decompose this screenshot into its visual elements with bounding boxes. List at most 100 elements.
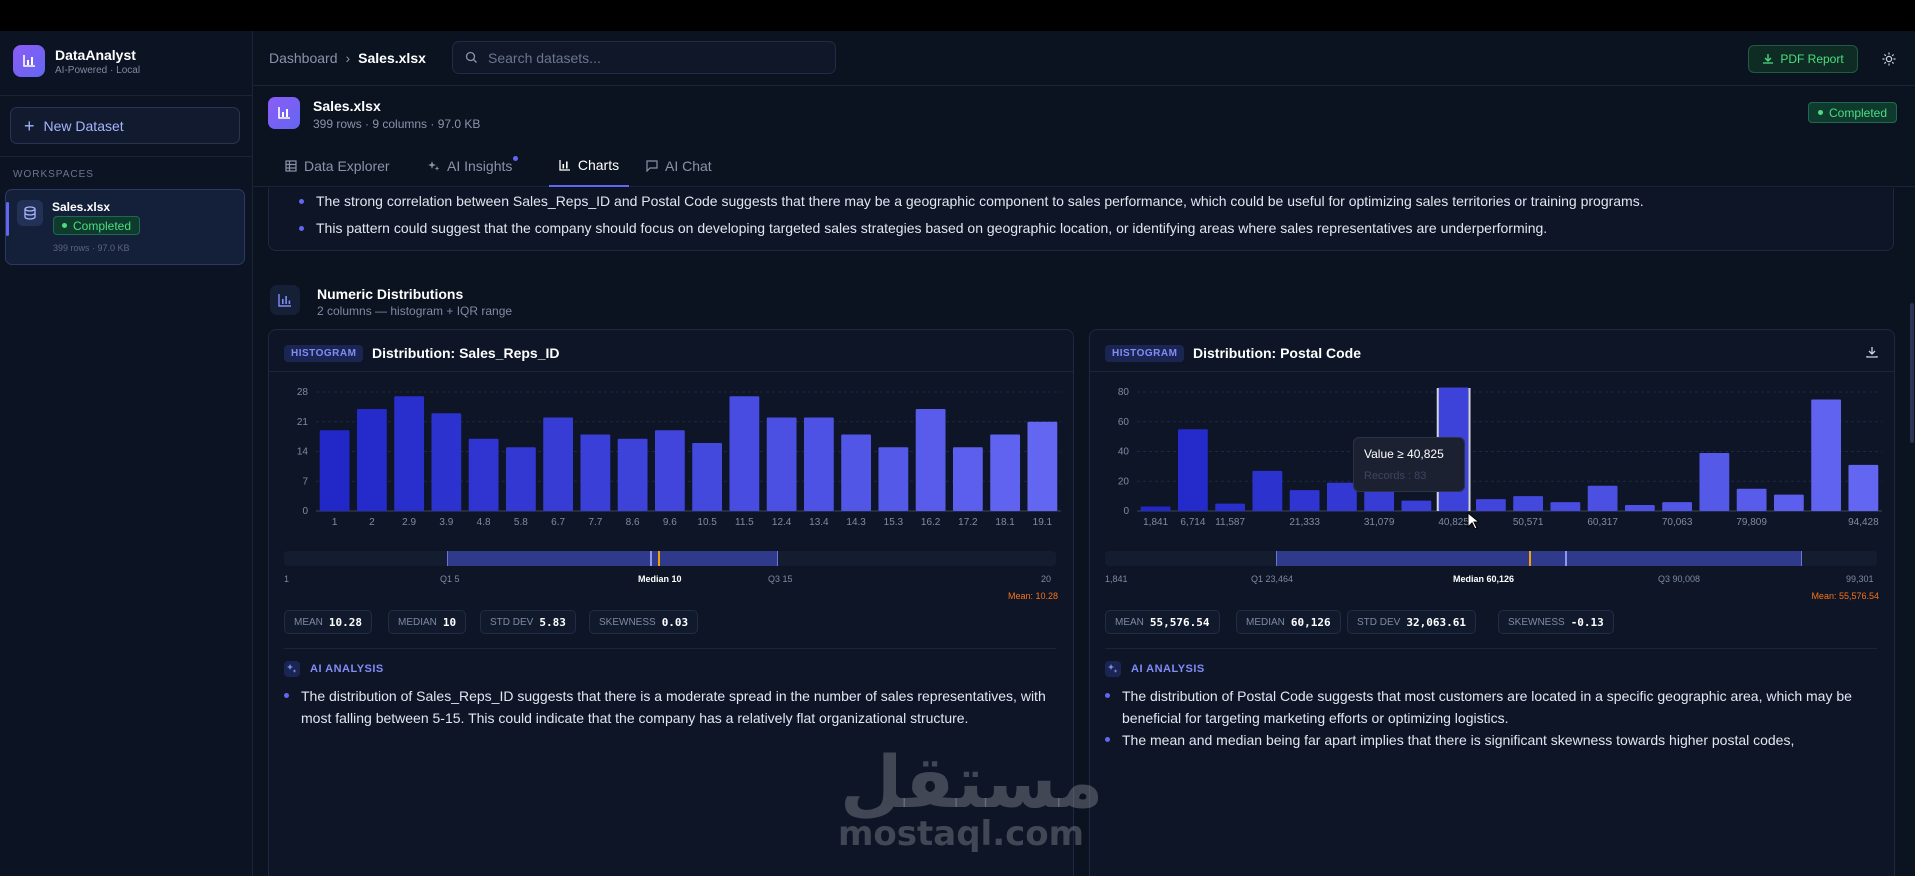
tab-label: AI Chat — [665, 157, 712, 174]
histogram-bar[interactable] — [1811, 399, 1842, 511]
histogram-bar[interactable] — [1401, 500, 1432, 511]
histogram-bar[interactable] — [431, 413, 462, 511]
histogram-bar[interactable] — [1848, 464, 1879, 511]
stat-value: 55,576.54 — [1149, 615, 1210, 629]
histogram-bar[interactable] — [1513, 496, 1544, 511]
histogram-bar[interactable] — [841, 434, 872, 512]
notification-dot — [513, 156, 519, 161]
stat-value: 32,063.61 — [1406, 615, 1466, 629]
workspace-item-sales[interactable]: Sales.xlsx Completed 399 rows · 97.0 KB — [5, 189, 245, 265]
histogram-bar[interactable] — [766, 417, 797, 512]
tab-data-explorer[interactable]: Data Explorer — [285, 144, 390, 187]
stat-skewness: SKEWNESS -0.13 — [1498, 610, 1614, 634]
analysis-item: The distribution of Sales_Reps_ID sugges… — [284, 685, 1056, 729]
chart-tooltip: Value ≥ 40,825 Records : 83 — [1353, 437, 1465, 492]
stat-value: -0.13 — [1570, 615, 1604, 629]
database-icon — [17, 200, 43, 226]
histogram-panel-postal-code: HISTOGRAM Distribution: Postal Code 0 20 4… — [1089, 329, 1895, 876]
histogram-bar[interactable] — [394, 396, 425, 511]
breadcrumb-separator: › — [345, 50, 351, 66]
ai-analysis-header: AI ANALYSIS — [284, 661, 384, 677]
breadcrumb: Dashboard › Sales.xlsx — [269, 50, 426, 66]
y-tick-label: 0 — [1123, 506, 1129, 517]
histogram-bar[interactable] — [803, 417, 834, 512]
histogram-bar[interactable] — [1289, 490, 1320, 511]
histogram-bar[interactable] — [617, 438, 648, 511]
stat-value: 0.03 — [661, 615, 689, 629]
histogram-bar[interactable] — [1140, 506, 1171, 511]
tab-label: Charts — [577, 156, 620, 173]
sparkle-icon — [284, 661, 300, 677]
iqr-q1: Q1 23,464 — [1251, 574, 1294, 584]
pdf-report-button[interactable]: PDF Report — [1748, 45, 1858, 73]
histogram-bar[interactable] — [654, 430, 685, 511]
histogram-chart: 0 20 40 60 80 1,841 6,714 11,587 21,333 31,079 40,… — [1118, 387, 1882, 528]
histogram-bar[interactable] — [505, 447, 536, 511]
new-dataset-button[interactable]: + New Dataset — [10, 107, 240, 144]
tab-charts[interactable]: Charts — [549, 144, 629, 187]
histogram-bar[interactable] — [1177, 429, 1208, 511]
search-input[interactable]: Search datasets... — [452, 41, 836, 74]
histogram-bar[interactable] — [1662, 502, 1693, 511]
x-tick-label: 11,587 — [1215, 517, 1245, 528]
x-tick-label: 6,714 — [1180, 517, 1205, 528]
panel-title: Distribution: Postal Code — [1193, 345, 1361, 361]
file-meta: 399 rows · 9 columns · 97.0 KB — [313, 117, 481, 131]
tab-ai-chat[interactable]: AI Chat — [646, 144, 712, 187]
histogram-bar[interactable] — [729, 396, 760, 511]
y-tick-label: 60 — [1118, 417, 1130, 428]
stat-mean: MEAN 10.28 — [284, 610, 373, 634]
stat-value: 10 — [442, 615, 457, 629]
histogram-bar[interactable] — [1252, 470, 1283, 511]
stat-label: STD DEV — [1357, 616, 1401, 628]
y-tick-label: 7 — [302, 476, 308, 487]
bar-chart-icon — [559, 159, 570, 171]
histogram-bar[interactable] — [319, 430, 350, 511]
histogram-bar[interactable] — [692, 443, 723, 511]
iqr-median: Median 10 — [638, 574, 682, 584]
histogram-bar[interactable] — [580, 434, 611, 512]
histogram-bar[interactable] — [878, 447, 909, 511]
histogram-bar[interactable] — [990, 434, 1021, 512]
scrollbar-thumb[interactable] — [1910, 303, 1914, 443]
stat-median: MEDIAN 10 — [388, 610, 467, 634]
x-tick-label: 1,841 — [1143, 517, 1168, 528]
histogram-bar[interactable] — [1773, 494, 1804, 511]
theme-toggle-sun-icon[interactable] — [1877, 47, 1901, 71]
pdf-report-label: PDF Report — [1780, 52, 1844, 66]
sidebar: DataAnalyst AI-Powered · Local + New Dat… — [0, 31, 253, 876]
breadcrumb-dashboard[interactable]: Dashboard — [269, 50, 338, 66]
histogram-bar[interactable] — [952, 447, 983, 511]
histogram-bar[interactable] — [1736, 488, 1767, 511]
workspace-name: Sales.xlsx — [52, 200, 111, 214]
histogram-bar[interactable] — [1550, 502, 1581, 511]
file-name: Sales.xlsx — [313, 98, 381, 114]
status-text: Completed — [73, 218, 132, 233]
brand[interactable]: DataAnalyst AI-Powered · Local — [13, 45, 140, 77]
download-icon[interactable] — [1866, 345, 1878, 363]
stat-label: STD DEV — [490, 616, 534, 628]
table-icon — [285, 159, 297, 172]
histogram-bar[interactable] — [1027, 421, 1058, 511]
stat-label: SKEWNESS — [599, 616, 656, 628]
histogram-bar[interactable] — [1624, 505, 1655, 511]
plus-icon: + — [24, 115, 35, 136]
mean-label: Mean: 10.28 — [1007, 591, 1058, 601]
histogram-bar[interactable] — [356, 409, 387, 511]
tooltip-records: Records : 83 — [1364, 470, 1427, 482]
ai-analysis-header: AI ANALYSIS — [1105, 661, 1205, 677]
tab-ai-insights[interactable]: AI Insights — [428, 144, 519, 187]
search-icon — [465, 51, 477, 63]
histogram-bar[interactable] — [1699, 452, 1730, 511]
histogram-bar[interactable] — [468, 438, 499, 511]
tab-label: AI Insights — [447, 157, 513, 174]
histogram-bar[interactable] — [915, 409, 946, 511]
distribution-icon — [270, 285, 300, 315]
histogram-bar[interactable] — [543, 417, 574, 512]
x-tick-label: 17.2 — [958, 517, 978, 528]
histogram-bar[interactable] — [1587, 485, 1618, 511]
histogram-bar[interactable] — [1475, 499, 1506, 511]
y-tick-label: 80 — [1118, 387, 1130, 398]
histogram-bar[interactable] — [1215, 503, 1246, 511]
stat-label: MEDIAN — [398, 616, 437, 628]
